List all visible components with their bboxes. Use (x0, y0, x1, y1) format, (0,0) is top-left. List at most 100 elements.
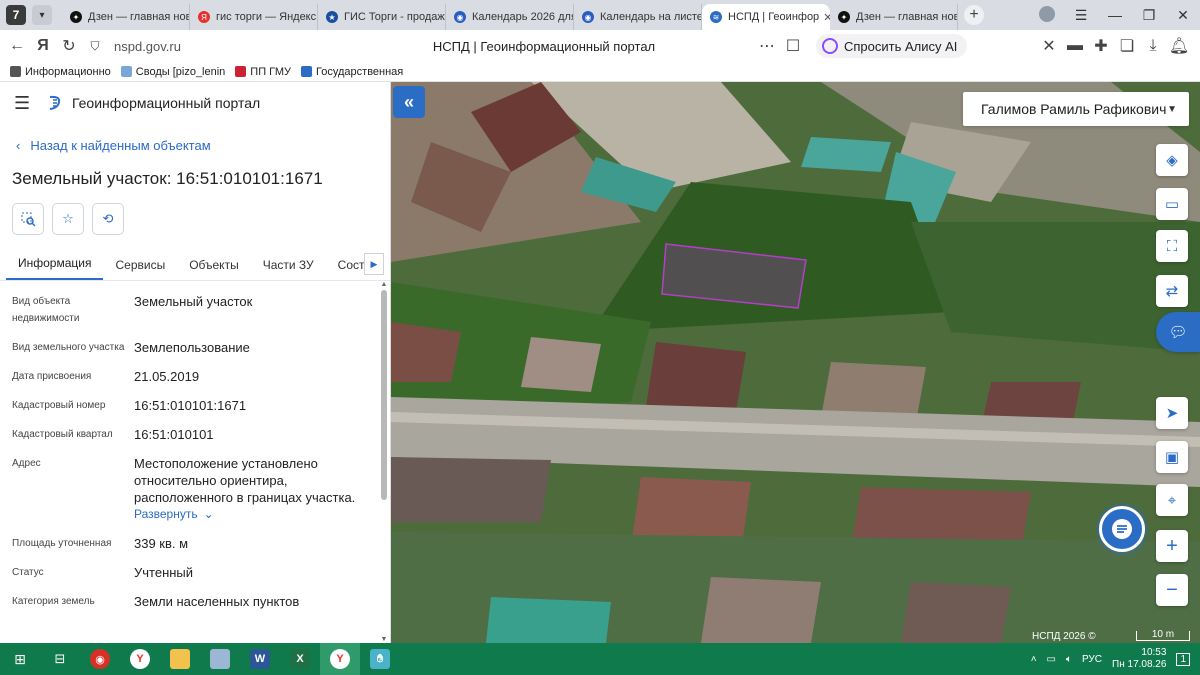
taskbar-excel[interactable]: X (280, 643, 320, 675)
more-icon[interactable]: ⋯ (754, 36, 780, 56)
assistant-tab-button[interactable]: 💬︎ (1156, 312, 1200, 352)
map-view[interactable]: « Галимов Рамиль Рафикович ▼ ◈ ▭ ⛶ ⇄ 💬︎ ➤… (391, 82, 1200, 643)
search-location-button[interactable]: ⌖ (1156, 484, 1188, 516)
my-location-button[interactable]: ➤ (1156, 397, 1188, 429)
collapse-panel-button[interactable]: « (393, 86, 425, 118)
tab-counter-badge[interactable]: 7 (6, 5, 26, 25)
map-copyright: НСПД 2026 © (1032, 631, 1096, 642)
taskbar-word[interactable]: W (240, 643, 280, 675)
measure-button[interactable]: ▭ (1156, 188, 1188, 220)
taskbar-explorer[interactable] (160, 643, 200, 675)
bookmark-icon[interactable]: ☐ (780, 36, 806, 56)
share-button[interactable]: ⇄ (1156, 275, 1188, 307)
chat-icon (1112, 519, 1132, 539)
close-tab-icon[interactable]: ✕ (819, 11, 830, 24)
chat-button[interactable] (1099, 506, 1145, 552)
network-icon[interactable]: ▭ (1047, 654, 1056, 665)
scroll-up-icon[interactable]: ▲ (380, 281, 388, 288)
start-button[interactable]: ⊞ (0, 643, 40, 675)
layers-button[interactable]: ◈ (1156, 144, 1188, 176)
info-label: Статус (12, 567, 44, 578)
tab-gis-torgi[interactable]: ★ ГИС Торги - продаж (318, 4, 446, 30)
tabs-scroll-right-icon[interactable]: ▶ (364, 253, 384, 275)
taskbar-scanner[interactable] (200, 643, 240, 675)
tab-information[interactable]: Информация (6, 256, 104, 280)
restore-icon[interactable]: ❐ (1132, 7, 1166, 24)
tab-services[interactable]: Сервисы (103, 258, 177, 280)
bookmark-label: Своды [pizo_lenin (135, 65, 226, 78)
zen-icon: ✦ (838, 11, 850, 23)
language-indicator[interactable]: РУС (1082, 654, 1102, 665)
tab-menu-icon[interactable]: ▾ (32, 5, 52, 25)
favorite-button[interactable]: ☆ (52, 203, 84, 235)
scrollbar[interactable]: ▲ ▼ (380, 281, 388, 641)
notification-icon[interactable]: 1 (1176, 652, 1190, 666)
taskbar-yandex[interactable]: Y (120, 643, 160, 675)
bookmark-item[interactable]: Информационно (10, 66, 111, 78)
info-value: 21.05.2019 (134, 369, 200, 384)
task-view-icon: ⊟ (54, 651, 66, 666)
layers-icon: ◈ (1166, 152, 1178, 169)
back-to-results-link[interactable]: ‹ Назад к найденным объектам (16, 138, 390, 153)
select-area-icon: ⛶ (1166, 237, 1178, 255)
alice-label: Спросить Алису AI (844, 38, 958, 54)
scroll-down-icon[interactable]: ▼ (380, 636, 388, 641)
yandex-home-icon[interactable]: Я (30, 37, 56, 55)
select-area-button[interactable]: ⛶ (1156, 230, 1188, 262)
user-menu[interactable]: Галимов Рамиль Рафикович ▼ (963, 92, 1189, 126)
expand-address-link[interactable]: Развернуть ⌄ (134, 506, 372, 523)
new-tab-button[interactable]: + (964, 5, 984, 25)
reload-icon[interactable]: ↻ (56, 36, 82, 56)
emblem-icon (235, 66, 247, 77)
bookmark-label: Государственная (316, 65, 404, 78)
volume-icon[interactable]: 🔈︎ (1066, 654, 1072, 665)
taskbar-chrome[interactable]: ◉ (80, 643, 120, 675)
reading-icon[interactable]: ▬ (1062, 37, 1088, 55)
tab-objects[interactable]: Объекты (177, 258, 251, 280)
downloads-icon[interactable]: ⤓ (1140, 37, 1166, 55)
bell-icon[interactable]: 🔔︎ (1166, 36, 1192, 56)
taskbar-yandex-active[interactable]: Y (320, 643, 360, 675)
tab-parts[interactable]: Части ЗУ (251, 258, 326, 280)
bookmark-item[interactable]: Государственная (301, 66, 403, 78)
bookmark-item[interactable]: ПП ГМУ (235, 66, 291, 78)
alice-button[interactable]: Спросить Алису AI (816, 34, 968, 58)
info-value: Учтенный (134, 565, 194, 580)
close-window-icon[interactable]: ✕ (1166, 7, 1200, 24)
minimize-icon[interactable]: — (1098, 7, 1132, 23)
scroll-thumb[interactable] (381, 290, 387, 500)
zoom-in-button[interactable]: + (1156, 530, 1188, 562)
extension-icon[interactable]: ✕ (1036, 36, 1062, 56)
profile-avatar[interactable] (1030, 5, 1064, 25)
url-field[interactable]: nspd.gov.ru (114, 39, 334, 54)
zoom-out-button[interactable]: − (1156, 574, 1188, 606)
picture-in-picture-button[interactable]: ▣ (1156, 441, 1188, 473)
clock[interactable]: 10:53 Пн 17.08.26 (1112, 647, 1166, 671)
tab-zen-2[interactable]: ✦ Дзен — главная нов (830, 4, 958, 30)
info-label: Адрес (12, 458, 41, 469)
tray-expand-icon[interactable]: ˄ (1031, 654, 1037, 665)
hamburger-menu-icon[interactable]: ☰ (14, 93, 40, 114)
tab-calendar-2[interactable]: ◉ Календарь на листе (574, 4, 702, 30)
site-security-icon[interactable]: ⛉ (82, 39, 108, 54)
back-arrow-icon[interactable]: ← (4, 37, 30, 55)
tab-nspd[interactable]: ≋ НСПД | Геоинфор ✕ (702, 4, 830, 30)
browser-menu-icon[interactable]: ☰ (1064, 7, 1098, 24)
info-label: Площадь уточненная (12, 538, 112, 549)
info-row: Статус Учтенный (0, 564, 390, 581)
tab-gis-search[interactable]: Ягис торги — Яндекс (190, 4, 318, 30)
info-value: 16:51:010101:1671 (134, 398, 247, 413)
plus-icon: + (1166, 534, 1178, 557)
navigation-arrow-icon: ➤ (1165, 405, 1179, 422)
tab-calendar-1[interactable]: ◉ Календарь 2026 для (446, 4, 574, 30)
history-button[interactable]: ⟲ (92, 203, 124, 235)
info-row: Адрес Местоположение установлено относите… (0, 455, 390, 523)
tab-zen-1[interactable]: ✦ Дзен — главная нов (62, 4, 190, 30)
bookmark-item[interactable]: Своды [pizo_lenin (120, 65, 226, 78)
task-view-button[interactable]: ⊟ (40, 643, 80, 675)
taskbar-app[interactable]: ✋︎ (360, 643, 400, 675)
collections-icon[interactable]: ❏ (1114, 36, 1140, 56)
folder-icon (170, 649, 190, 669)
puzzle-icon[interactable]: ✚ (1088, 36, 1114, 56)
locate-on-map-button[interactable] (12, 203, 44, 235)
